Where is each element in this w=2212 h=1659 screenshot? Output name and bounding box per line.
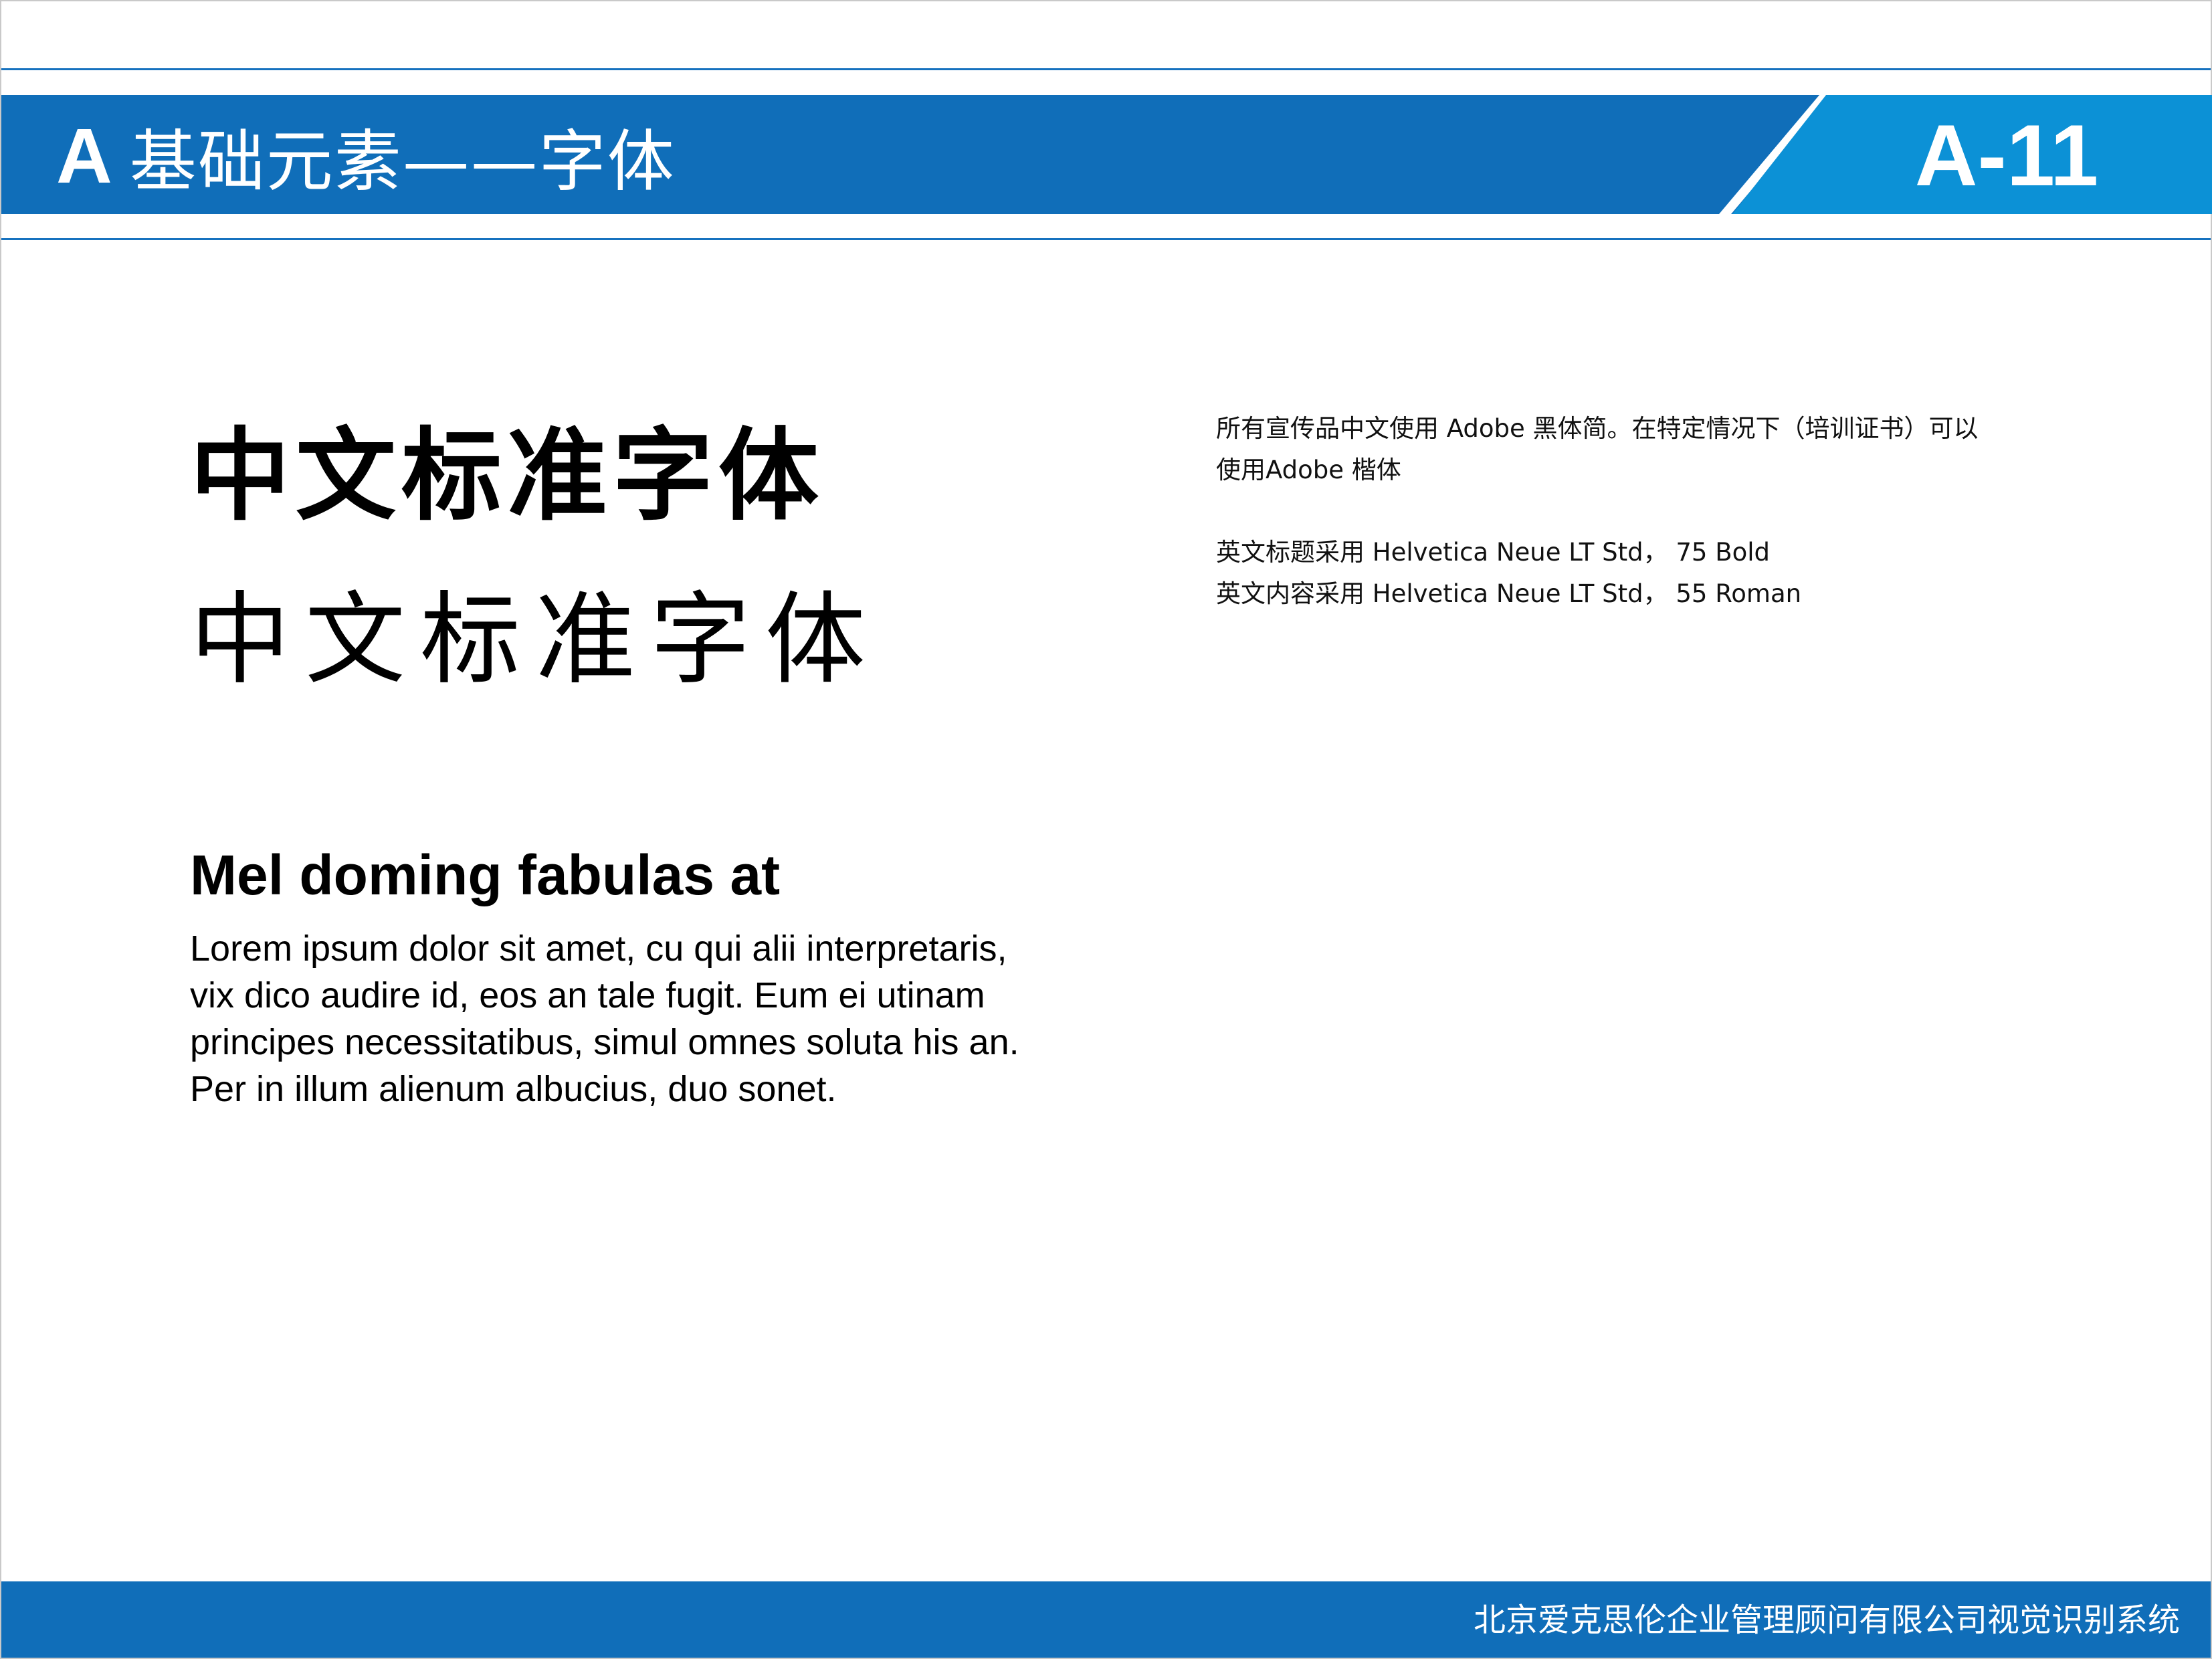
- chinese-font-note-line1: 所有宣传品中文使用 Adobe 黑体简。在特定情况下（培训证书）可以: [1216, 414, 1979, 443]
- section-title: A 基础元素——字体: [56, 110, 676, 201]
- english-heading-sample: Mel doming fabulas at: [190, 844, 781, 906]
- chinese-font-note: 所有宣传品中文使用 Adobe 黑体简。在特定情况下（培训证书）可以 使用Ado…: [1216, 408, 1979, 491]
- english-body-line: Per in illum alienum albucius, duo sonet…: [190, 1069, 837, 1109]
- english-body-line: vix dico audire id, eos an tale fugit. E…: [190, 975, 985, 1015]
- page-border: [0, 0, 2212, 1659]
- english-body-line: Lorem ipsum dolor sit amet, cu qui alii …: [190, 929, 1007, 969]
- english-title-font-note: 英文标题采用 Helvetica Neue LT Std， 75 Bold: [1216, 538, 1771, 567]
- top-rule: [1, 68, 2211, 70]
- chinese-heiti-sample: 中文标准字体: [190, 418, 825, 534]
- english-body-line: principes necessitatibus, simul omnes so…: [190, 1022, 1019, 1062]
- header-under-rule: [1, 238, 2211, 240]
- english-body-font-note: 英文内容采用 Helvetica Neue LT Std， 55 Roman: [1216, 579, 1802, 608]
- section-letter: A: [56, 112, 112, 199]
- chinese-kaiti-sample: 中文标准字体: [190, 582, 881, 698]
- english-font-note: 英文标题采用 Helvetica Neue LT Std， 75 Bold 英文…: [1216, 532, 1801, 615]
- footer-company-system: 北京爱克思伦企业管理顾问有限公司视觉识别系统: [1473, 1601, 2180, 1639]
- english-body-sample: Lorem ipsum dolor sit amet, cu qui alii …: [190, 925, 1193, 1112]
- chinese-font-note-line2: 使用Adobe 楷体: [1216, 456, 1401, 484]
- section-name: 基础元素——字体: [129, 122, 676, 201]
- page-number: A-11: [1914, 106, 2099, 204]
